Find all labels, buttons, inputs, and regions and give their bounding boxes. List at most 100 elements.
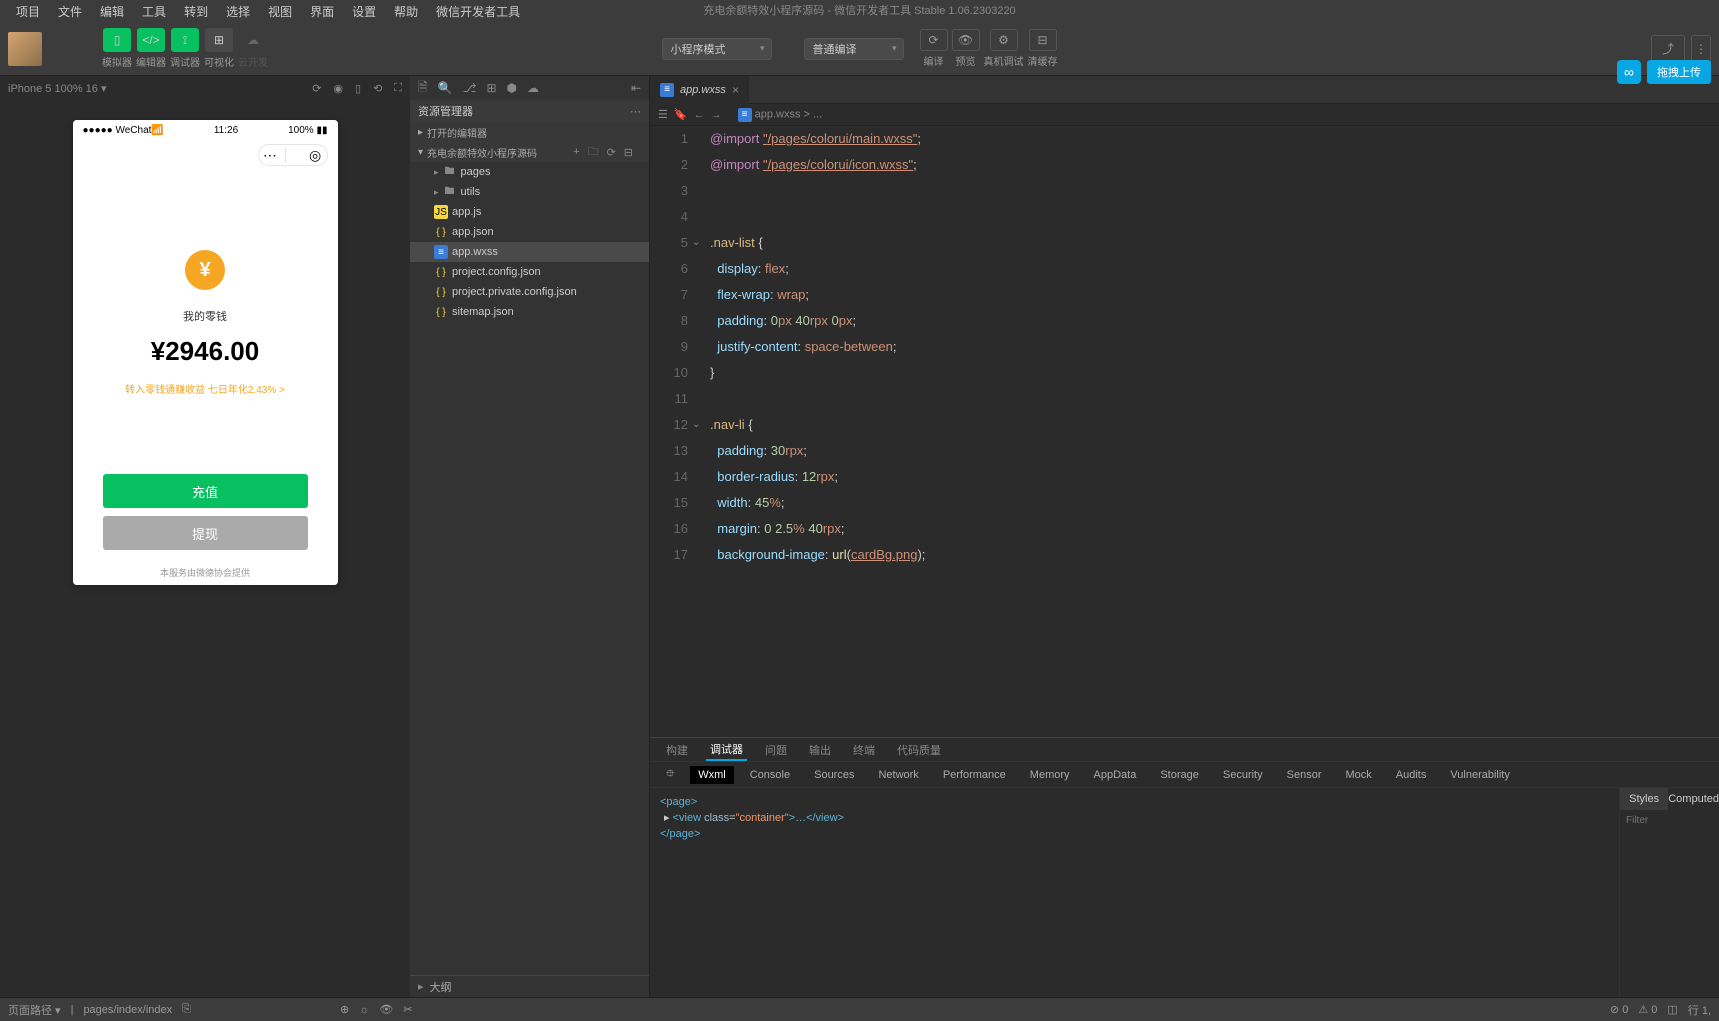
bc-forward-icon[interactable]: →: [711, 109, 722, 121]
sim-refresh-icon[interactable]: ⟳: [312, 82, 321, 95]
remote-debug-button[interactable]: ⚙: [990, 29, 1018, 51]
tree-item-app-js[interactable]: JS app.js: [410, 202, 649, 222]
sim-device-icon[interactable]: ▯: [355, 82, 361, 95]
cloud-dev-toggle[interactable]: ☁: [239, 28, 267, 52]
menu-view[interactable]: 视图: [260, 1, 300, 22]
explorer-search-icon[interactable]: 🔍: [438, 81, 453, 95]
dt2-sensor[interactable]: Sensor: [1279, 766, 1330, 784]
bc-list-icon[interactable]: ☰: [658, 108, 668, 121]
explorer-files-icon[interactable]: 🗎: [418, 78, 428, 99]
cursor-position[interactable]: 行 1,: [1688, 1002, 1711, 1018]
more-icon-button[interactable]: ⋮: [1691, 35, 1711, 63]
styles-tab[interactable]: Styles: [1620, 788, 1668, 810]
dt2-audits[interactable]: Audits: [1388, 766, 1435, 784]
capsule-button[interactable]: ⋯ ◎: [258, 144, 328, 166]
dt2-memory[interactable]: Memory: [1022, 766, 1078, 784]
sb-notif-icon[interactable]: ⊘ 0: [1610, 1003, 1628, 1016]
dt2-storage[interactable]: Storage: [1152, 766, 1207, 784]
tree-section-open-editors[interactable]: ▸ 打开的编辑器: [410, 122, 649, 142]
fold-icon[interactable]: ⌄: [692, 412, 700, 438]
new-folder-icon[interactable]: 🗀: [588, 143, 599, 162]
explorer-ext-icon[interactable]: ⊞: [486, 81, 496, 95]
fold-icon[interactable]: ⌄: [692, 230, 700, 256]
tree-item-app-wxss[interactable]: ≡ app.wxss: [410, 242, 649, 262]
menu-file[interactable]: 文件: [50, 1, 90, 22]
compile-dropdown[interactable]: 普通编译: [804, 38, 904, 60]
capsule-close-icon[interactable]: ◎: [308, 148, 322, 162]
new-file-icon[interactable]: +: [573, 146, 579, 158]
explorer-collapse-icon[interactable]: ⇤: [631, 81, 641, 95]
sim-expand-icon[interactable]: ⛶: [394, 82, 402, 95]
tree-item-project-private-config-json[interactable]: { } project.private.config.json: [410, 282, 649, 302]
menu-project[interactable]: 项目: [8, 1, 48, 22]
sb-icon-2[interactable]: ☼: [359, 1004, 369, 1016]
refresh-tree-icon[interactable]: ⟳: [607, 146, 616, 159]
dt2-wxml[interactable]: Wxml: [690, 766, 734, 784]
menu-goto[interactable]: 转到: [176, 1, 216, 22]
dt-inspect-icon[interactable]: ⯐: [658, 762, 682, 787]
dt-tab-debugger[interactable]: 调试器: [706, 739, 747, 761]
dt2-vulnerability[interactable]: Vulnerability: [1442, 766, 1518, 784]
capsule-menu-icon[interactable]: ⋯: [263, 148, 277, 162]
menu-ui[interactable]: 界面: [302, 1, 342, 22]
tab-app-wxss[interactable]: ≡ app.wxss ×: [650, 76, 749, 104]
dt2-performance[interactable]: Performance: [935, 766, 1014, 784]
bc-bookmark-icon[interactable]: 🔖: [674, 108, 688, 121]
visual-toggle[interactable]: ⊞: [205, 28, 233, 52]
tree-item-sitemap-json[interactable]: { } sitemap.json: [410, 302, 649, 322]
tree-item-project-config-json[interactable]: { } project.config.json: [410, 262, 649, 282]
explorer-bug-icon[interactable]: ⬢: [507, 81, 517, 95]
compile-button[interactable]: ⟳: [920, 29, 948, 51]
computed-tab[interactable]: Computed: [1668, 788, 1719, 810]
tree-item-app-json[interactable]: { } app.json: [410, 222, 649, 242]
dt2-mock[interactable]: Mock: [1337, 766, 1379, 784]
dom-inspector[interactable]: <page> ▸ <view class="container">…</view…: [650, 788, 1619, 997]
menu-tools[interactable]: 工具: [134, 1, 174, 22]
dt-tab-output[interactable]: 输出: [805, 740, 835, 760]
simulator-toggle[interactable]: ▯: [103, 28, 131, 52]
upload-icon-button[interactable]: ⤴: [1651, 35, 1685, 63]
dt-tab-build[interactable]: 构建: [662, 740, 692, 760]
dt2-sources[interactable]: Sources: [806, 766, 862, 784]
sb-bell-icon[interactable]: ◫: [1667, 1003, 1677, 1016]
sim-rotate-icon[interactable]: ⟲: [373, 82, 382, 95]
outline-section[interactable]: ▸大纲: [410, 975, 649, 997]
drag-upload-button[interactable]: 拖拽上传: [1647, 60, 1711, 84]
menu-select[interactable]: 选择: [218, 1, 258, 22]
tree-item-utils[interactable]: ▸ 🖿 utils: [410, 182, 649, 202]
sim-record-icon[interactable]: ◉: [333, 82, 343, 95]
mode-dropdown[interactable]: 小程序模式: [662, 38, 772, 60]
collapse-tree-icon[interactable]: ⊟: [624, 146, 633, 159]
menu-edit[interactable]: 编辑: [92, 1, 132, 22]
debugger-toggle[interactable]: ⟟: [171, 28, 199, 52]
device-selector[interactable]: iPhone 5 100% 16 ▾: [8, 82, 107, 95]
recharge-button[interactable]: 充值: [103, 474, 308, 508]
menu-settings[interactable]: 设置: [344, 1, 384, 22]
styles-filter-input[interactable]: [1620, 810, 1719, 830]
explorer-more-icon[interactable]: ⋯: [630, 105, 641, 118]
tree-item-pages[interactable]: ▸ 🖿 pages: [410, 162, 649, 182]
cloud-icon[interactable]: ∞: [1617, 60, 1641, 84]
bc-back-icon[interactable]: ←: [694, 109, 705, 121]
page-path[interactable]: pages/index/index: [83, 1004, 172, 1016]
withdraw-button[interactable]: 提现: [103, 516, 308, 550]
sb-icon-4[interactable]: ✂: [403, 1003, 412, 1016]
dt-tab-terminal[interactable]: 终端: [849, 740, 879, 760]
preview-button[interactable]: 👁: [952, 29, 980, 51]
dt2-network[interactable]: Network: [870, 766, 926, 784]
explorer-cloud-icon[interactable]: ☁: [527, 81, 539, 95]
dt2-appdata[interactable]: AppData: [1086, 766, 1145, 784]
code-editor[interactable]: 1234567891011121314151617 @import "/page…: [650, 126, 1719, 737]
menu-help[interactable]: 帮助: [386, 1, 426, 22]
sb-icon-1[interactable]: ⊕: [340, 1003, 349, 1016]
tree-section-project[interactable]: ▾ 充电余额特效小程序源码 + 🗀 ⟳ ⊟: [410, 142, 649, 162]
user-avatar[interactable]: [8, 32, 42, 66]
menu-wechat-devtools[interactable]: 微信开发者工具: [428, 1, 528, 22]
tab-close-icon[interactable]: ×: [732, 83, 739, 97]
explorer-branch-icon[interactable]: ⎇: [463, 81, 477, 95]
dt2-console[interactable]: Console: [742, 766, 798, 784]
dt-tab-problems[interactable]: 问题: [761, 740, 791, 760]
copy-path-icon[interactable]: ⎘: [182, 1003, 191, 1016]
wallet-tip-link[interactable]: 转入零钱通赚收益 七日年化2.43% >: [125, 381, 285, 396]
editor-toggle[interactable]: </>: [137, 28, 165, 52]
